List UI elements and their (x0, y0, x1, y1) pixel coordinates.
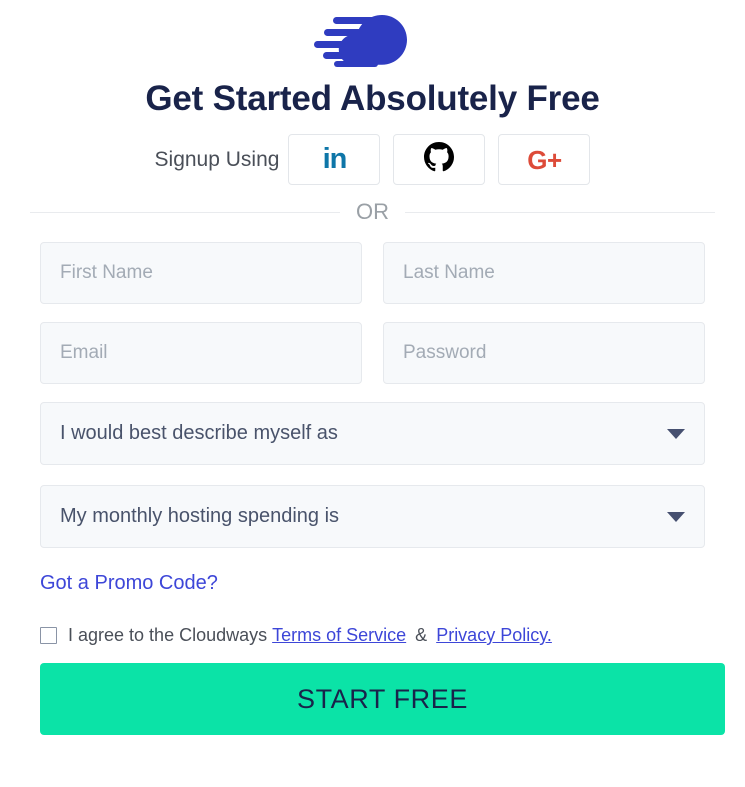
describe-myself-select[interactable]: I would best describe myself as (40, 402, 705, 465)
page-title: Get Started Absolutely Free (145, 79, 600, 118)
brand-logo (0, 0, 745, 78)
linkedin-icon: in (322, 143, 348, 175)
social-signup-label: Signup Using (154, 147, 280, 171)
terms-checkbox[interactable] (40, 627, 57, 644)
monthly-spending-select-value: My monthly hosting spending is (60, 505, 340, 527)
describe-myself-select-value: I would best describe myself as (60, 422, 338, 444)
first-name-input[interactable]: First Name (40, 242, 362, 304)
email-input[interactable]: Email (40, 322, 362, 384)
terms-prefix-label: I agree to the Cloudways (68, 625, 268, 645)
divider-label: OR (356, 199, 389, 224)
google-plus-signup-button[interactable]: G+ (498, 134, 591, 185)
linkedin-signup-button[interactable]: in (288, 134, 381, 185)
terms-separator: & (415, 625, 428, 645)
credentials-row: Email Password (40, 322, 705, 384)
signup-page: Get Started Absolutely Free Signup Using… (0, 0, 745, 787)
or-divider: OR (0, 201, 745, 223)
privacy-policy-link[interactable]: Privacy Policy. (436, 625, 552, 646)
signup-form: First Name Last Name Email Password I wo… (0, 242, 745, 735)
last-name-input[interactable]: Last Name (383, 242, 705, 304)
chevron-down-icon (667, 511, 685, 522)
divider-line-right (405, 211, 715, 213)
github-icon (424, 142, 455, 177)
divider-line-left (30, 211, 340, 213)
start-free-button[interactable]: START FREE (40, 663, 725, 735)
promo-code-link[interactable]: Got a Promo Code? (40, 572, 218, 595)
name-row: First Name Last Name (40, 242, 705, 304)
cloudways-cloud-logo-icon (313, 11, 432, 67)
github-signup-button[interactable] (393, 134, 486, 185)
google-plus-icon: G+ (527, 144, 562, 175)
social-signup-row: Signup Using in G+ (0, 134, 745, 185)
chevron-down-icon (667, 428, 685, 439)
password-input[interactable]: Password (383, 322, 705, 384)
terms-of-service-link[interactable]: Terms of Service (272, 625, 406, 646)
terms-agreement-row: I agree to the Cloudways Terms of Servic… (40, 625, 705, 646)
monthly-spending-select[interactable]: My monthly hosting spending is (40, 485, 705, 548)
